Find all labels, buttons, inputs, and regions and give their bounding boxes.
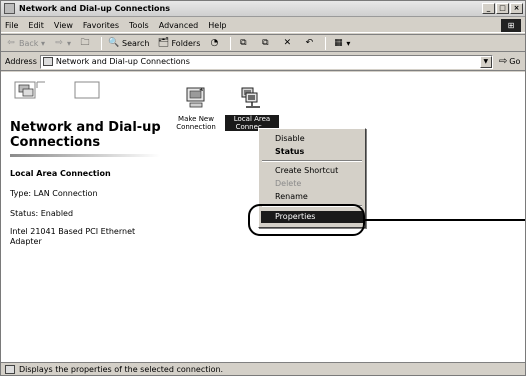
menu-item-disable[interactable]: Disable (261, 133, 363, 145)
history-button[interactable]: ◔ (208, 38, 222, 49)
folders-button[interactable]: 🗂 Folders (157, 37, 201, 49)
menu-item-status[interactable]: Status (261, 146, 363, 158)
title-bar: Network and Dial-up Connections _ □ × (1, 1, 525, 17)
menu-item-create-shortcut[interactable]: Create Shortcut (261, 165, 363, 177)
delete-button[interactable]: ✕ (281, 38, 295, 49)
selected-item-name: Local Area Connection (10, 169, 111, 178)
menu-advanced[interactable]: Advanced (159, 21, 199, 30)
history-icon: ◔ (210, 37, 219, 48)
lan-connection-icon (241, 87, 260, 108)
back-arrow-icon: ⇦ (7, 37, 15, 48)
views-dropdown-icon: ▾ (346, 38, 351, 48)
move-to-icon: ⧉ (240, 37, 247, 48)
folders-icon: 🗂 (157, 37, 170, 48)
back-dropdown-icon[interactable]: ▾ (38, 39, 45, 48)
status-text: Displays the properties of the selected … (19, 364, 224, 374)
status-bar: Displays the properties of the selected … (1, 362, 525, 375)
toolbar-separator (101, 36, 102, 50)
address-input[interactable]: Network and Dial-up Connections ▼ (39, 54, 493, 69)
move-to-button[interactable]: ⧉ (237, 38, 251, 49)
selected-item-type: Type: LAN Connection (10, 189, 98, 198)
menu-favorites[interactable]: Favorites (83, 21, 119, 30)
window-title: Network and Dial-up Connections (19, 4, 170, 13)
menu-help[interactable]: Help (208, 21, 226, 30)
back-label: Back (19, 38, 39, 48)
folder-title: Network and Dial-up Connections (10, 120, 161, 150)
menu-file[interactable]: File (5, 21, 18, 30)
menu-view[interactable]: View (54, 21, 73, 30)
folder-header-illustration (14, 81, 100, 99)
toolbar-separator (325, 36, 327, 50)
make-new-connection-item[interactable]: Make New Connection (169, 86, 223, 131)
up-folder-button[interactable]: 🗀 (79, 38, 93, 49)
close-button[interactable]: × (510, 3, 523, 14)
window-controls: _ □ × (482, 3, 523, 14)
address-bar: Address Network and Dial-up Connections … (1, 53, 525, 71)
toolbar-separator (230, 36, 232, 50)
go-label: Go (509, 57, 521, 66)
menu-tools[interactable]: Tools (129, 21, 149, 30)
views-icon: ▦ (334, 37, 343, 48)
back-button[interactable]: ⇦ Back ▾ (5, 38, 45, 49)
up-folder-icon: 🗀 (80, 37, 90, 48)
menu-edit[interactable]: Edit (28, 21, 44, 30)
callout-highlight-ring (248, 204, 365, 236)
selected-item-adapter: Intel 21041 Based PCI Ethernet Adapter (10, 227, 136, 246)
undo-button[interactable]: ↶ (303, 38, 317, 49)
title-divider (10, 154, 160, 157)
go-arrow-icon: ⇨ (498, 56, 508, 67)
go-button[interactable]: ⇨ Go (499, 56, 520, 67)
network-folder-icon (42, 57, 53, 66)
local-area-connection-item[interactable]: Local Area Connec... (225, 86, 279, 131)
window-app-icon[interactable] (4, 3, 15, 14)
web-view-pane: Network and Dial-up Connections Local Ar… (1, 72, 171, 362)
folder-content: Network and Dial-up Connections Local Ar… (1, 72, 525, 362)
menu-separator (262, 160, 362, 162)
windows-logo-icon: ⊞ (501, 19, 521, 32)
views-button[interactable]: ▦ ▾ (332, 38, 350, 49)
forward-dropdown-icon[interactable]: ▾ (67, 39, 71, 48)
make-new-connection-icon (186, 87, 205, 108)
selected-item-status: Status: Enabled (10, 209, 74, 218)
status-icon (5, 364, 15, 374)
address-value: Network and Dial-up Connections (55, 57, 190, 66)
menu-item-delete[interactable]: Delete (261, 178, 363, 190)
callout-pointer-line (365, 219, 525, 221)
address-label: Address (5, 57, 37, 66)
forward-arrow-icon: ⇨ (55, 37, 63, 48)
search-button[interactable]: 🔍 Search (108, 38, 149, 49)
make-new-connection-label: Make New Connection (176, 115, 216, 131)
copy-to-button[interactable]: ⧉ (259, 38, 273, 49)
explorer-window: Network and Dial-up Connections _ □ × Fi… (0, 0, 526, 376)
search-label: Search (122, 38, 150, 48)
delete-x-icon: ✕ (283, 37, 292, 48)
copy-to-icon: ⧉ (262, 37, 269, 48)
toolbar: ⇦ Back ▾ ⇨ ▾ 🗀 🔍 Search 🗂 Folders ◔ ⧉ ⧉ (1, 34, 525, 52)
menu-bar: File Edit View Favorites Tools Advanced … (1, 18, 525, 33)
undo-icon: ↶ (305, 37, 314, 48)
forward-button[interactable]: ⇨ ▾ (53, 38, 71, 49)
minimize-button[interactable]: _ (482, 3, 495, 14)
address-dropdown-button[interactable]: ▼ (479, 55, 492, 68)
maximize-button[interactable]: □ (496, 3, 509, 14)
menu-item-rename[interactable]: Rename (261, 191, 363, 203)
search-icon: 🔍 (108, 37, 120, 48)
folders-label: Folders (171, 38, 201, 48)
